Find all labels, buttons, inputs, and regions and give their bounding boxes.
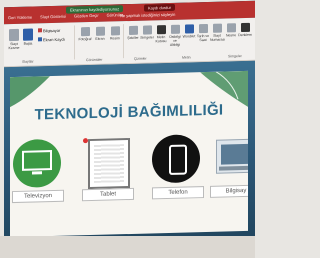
ribbon-button-photo[interactable]: Fotoğraf <box>78 25 92 41</box>
card-caption: Televizyon <box>12 189 64 204</box>
menu-item[interactable]: Gözden Geçir <box>74 13 99 19</box>
card-computer[interactable]: Bilgisay <box>210 133 248 198</box>
wordart-icon <box>184 24 194 34</box>
tell-me-search[interactable]: Ne yapmak istediğinizi söyleyin <box>120 12 175 18</box>
start-icon <box>23 28 33 41</box>
slide-icon <box>9 28 19 42</box>
datetime-icon <box>198 23 208 34</box>
card-tablet[interactable]: Tablet <box>82 136 134 202</box>
screen-icon <box>95 26 105 36</box>
image-icon <box>110 26 120 36</box>
ribbon-button-shapes[interactable]: Şekiller <box>126 24 140 40</box>
card-caption: Telefon <box>152 186 204 200</box>
icons-icon <box>142 25 152 35</box>
tv-icon <box>13 139 61 188</box>
computer-icon <box>216 138 248 174</box>
card-caption: Bilgisay <box>210 184 248 198</box>
ribbon-list-item[interactable]: Ekran Kaydı <box>38 37 65 43</box>
ribbon-separator <box>74 25 75 60</box>
monitor-screen: Ekranınızı kaydediyorsunuz Kaydı durdur … <box>4 0 255 244</box>
photo-icon <box>80 27 90 37</box>
screen-icon <box>38 37 42 42</box>
menu-item[interactable]: Geri Yükleme <box>8 15 32 21</box>
slide-editor-area: TEKNOLOJİ BAĞIMLILIĞI Televizyon Tablet <box>4 60 255 244</box>
card-phone[interactable]: Telefon <box>152 134 204 200</box>
ribbon-button-wordart[interactable]: WordArt <box>182 22 196 39</box>
ribbon-button-slide[interactable]: Slayt Kesme <box>7 27 21 50</box>
photo-frame: Ekranınızı kaydediyorsunuz Kaydı durdur … <box>0 0 255 258</box>
ribbon-button-datetime[interactable]: Tarih ve Saat <box>196 22 210 42</box>
ribbon-button-image[interactable]: Resim <box>108 24 122 41</box>
ribbon-group-label: Çizimler <box>134 56 147 61</box>
ribbon-button-start[interactable]: Başla <box>21 26 35 46</box>
ribbon-group-label: Simgeler <box>228 54 242 59</box>
ribbon-group-label: Görüntüler <box>86 57 103 63</box>
ribbon-list-item[interactable]: Bilgisayar <box>38 28 60 34</box>
ribbon-button-screen[interactable]: Ekran <box>93 25 107 41</box>
ribbon-button-textbox[interactable]: Metin Kutusu <box>154 23 168 43</box>
desk-surface <box>0 236 255 258</box>
ribbon-group-label: Slaytlar <box>22 59 34 64</box>
card-television[interactable]: Televizyon <box>12 138 64 204</box>
slidenumber-icon <box>212 23 222 33</box>
ribbon-separator <box>123 24 124 59</box>
menu-bar: Geri Yükleme Slayt Gösterisi Gözden Geçi… <box>8 12 123 20</box>
tablet-icon <box>88 137 130 190</box>
computer-icon <box>38 28 42 33</box>
ribbon-button-slidenumber[interactable]: Slayt Numarası <box>210 22 225 42</box>
phone-icon <box>152 134 200 184</box>
header-icon <box>170 24 180 34</box>
ribbon-group-label: Metin <box>182 55 191 60</box>
shapes-icon <box>128 25 138 36</box>
equation-icon <box>240 22 250 33</box>
ribbon-button-icons[interactable]: Simgeler <box>140 23 154 40</box>
card-caption: Tablet <box>82 187 134 202</box>
ribbon-button-object[interactable]: Nesne <box>224 21 238 37</box>
slide-canvas[interactable]: TEKNOLOJİ BAĞIMLILIĞI Televizyon Tablet <box>10 70 248 238</box>
menu-item[interactable]: Slayt Gösterisi <box>40 14 66 20</box>
ribbon-button-equation[interactable]: Denklem <box>238 21 252 37</box>
ribbon-toolbar: Slayt Kesme Başla Bilgisayar Ekran Kaydı… <box>4 17 255 68</box>
textbox-icon <box>156 25 166 35</box>
object-icon <box>226 23 236 33</box>
stop-recording-button[interactable]: Kaydı durdur <box>144 3 175 12</box>
ribbon-button-header[interactable]: Üstbilgi ve Altbilgi <box>168 23 182 47</box>
